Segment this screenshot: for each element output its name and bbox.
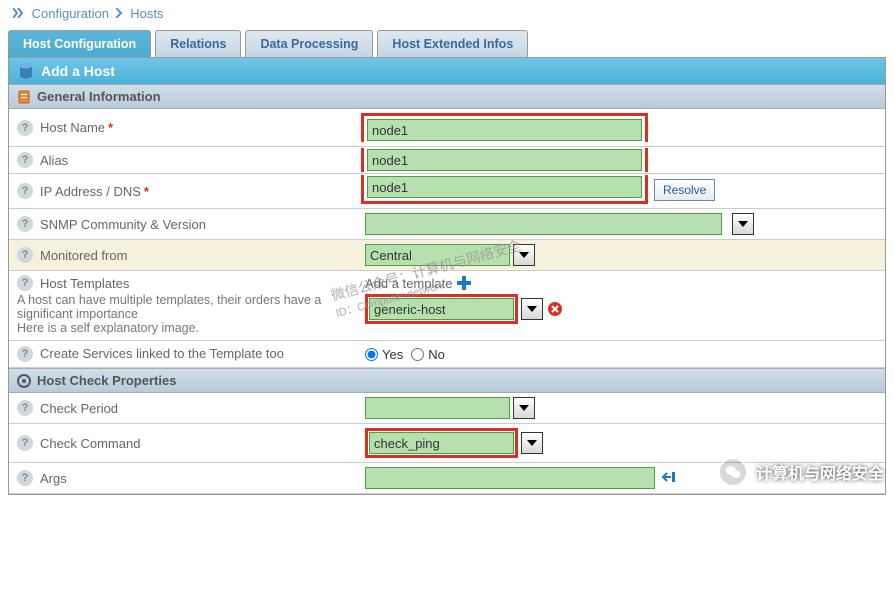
required-marker: *	[144, 184, 149, 199]
help-icon[interactable]: ?	[17, 152, 33, 168]
clipboard-icon	[17, 90, 31, 104]
tab-relations[interactable]: Relations	[155, 30, 241, 57]
tab-bar: Host Configuration Relations Data Proces…	[8, 30, 886, 58]
resolve-button[interactable]: Resolve	[654, 179, 715, 201]
delete-icon[interactable]	[547, 301, 563, 317]
row-alias: ? Alias	[9, 147, 885, 174]
label-alias: Alias	[40, 153, 68, 168]
templates-hint2: Here is a self explanatory image.	[17, 321, 351, 335]
section-check-label: Host Check Properties	[37, 373, 176, 388]
section-host-check: Host Check Properties	[9, 368, 885, 393]
create-services-no-radio[interactable]	[411, 348, 424, 361]
args-input[interactable]	[365, 467, 655, 489]
help-icon[interactable]: ?	[17, 275, 33, 291]
template-dropdown[interactable]	[521, 298, 543, 320]
label-check-period: Check Period	[40, 401, 118, 416]
create-services-yes-label: Yes	[382, 347, 403, 362]
label-create-services: Create Services linked to the Template t…	[40, 346, 284, 361]
arrow-icon	[116, 6, 128, 21]
snmp-community-input[interactable]	[365, 213, 722, 235]
row-snmp: ? SNMP Community & Version	[9, 209, 885, 240]
tab-host-extended-infos[interactable]: Host Extended Infos	[377, 30, 528, 57]
breadcrumb: Configuration Hosts	[0, 0, 894, 27]
tab-data-processing[interactable]: Data Processing	[245, 30, 373, 57]
wechat-badge-text: 计算机与网络安全	[756, 460, 884, 484]
create-services-no-label: No	[428, 347, 445, 362]
check-command-input[interactable]	[369, 432, 514, 454]
create-services-yes-radio[interactable]	[365, 348, 378, 361]
section-general-info: General Information	[9, 84, 885, 109]
breadcrumb-configuration[interactable]: Configuration	[32, 6, 109, 21]
check-command-dropdown[interactable]	[521, 432, 543, 454]
help-icon[interactable]: ?	[17, 470, 33, 486]
tab-host-configuration[interactable]: Host Configuration	[8, 30, 151, 57]
args-action-icon[interactable]	[661, 469, 677, 488]
help-icon[interactable]: ?	[17, 247, 33, 263]
monitored-from-dropdown[interactable]	[513, 244, 535, 266]
label-snmp: SNMP Community & Version	[40, 217, 206, 232]
label-host-name: Host Name	[40, 120, 105, 135]
label-ip: IP Address / DNS	[40, 184, 141, 199]
add-template-label: Add a template	[365, 276, 452, 291]
help-icon[interactable]: ?	[17, 400, 33, 416]
label-monitored: Monitored from	[40, 248, 127, 263]
wechat-badge: 计算机与网络安全	[718, 457, 884, 487]
alias-input[interactable]	[367, 149, 642, 171]
row-check-period: ? Check Period	[9, 393, 885, 424]
plus-icon[interactable]	[456, 275, 472, 291]
database-icon	[19, 63, 33, 79]
label-check-command: Check Command	[40, 436, 140, 451]
row-create-services: ? Create Services linked to the Template…	[9, 341, 885, 368]
snmp-version-dropdown[interactable]	[732, 213, 754, 235]
template-input[interactable]	[369, 298, 514, 320]
templates-hint1: A host can have multiple templates, thei…	[17, 293, 351, 321]
panel: Add a Host General Information ? Host Na…	[8, 58, 886, 495]
row-templates: ? Host Templates A host can have multipl…	[9, 271, 885, 341]
monitored-from-input[interactable]	[365, 244, 510, 266]
check-period-dropdown[interactable]	[513, 397, 535, 419]
double-arrow-icon	[13, 6, 29, 21]
row-host-name: ? Host Name *	[9, 109, 885, 147]
label-args: Args	[40, 471, 67, 486]
check-period-input[interactable]	[365, 397, 510, 419]
row-monitored-from: ? Monitored from	[9, 240, 885, 271]
label-templates: Host Templates	[40, 276, 129, 291]
section-general-label: General Information	[37, 89, 161, 104]
help-icon[interactable]: ?	[17, 435, 33, 451]
required-marker: *	[108, 120, 113, 135]
gear-icon	[17, 374, 31, 388]
breadcrumb-hosts[interactable]: Hosts	[130, 6, 163, 21]
help-icon[interactable]: ?	[17, 183, 33, 199]
help-icon[interactable]: ?	[17, 346, 33, 362]
wechat-icon	[718, 457, 748, 487]
panel-title-text: Add a Host	[41, 63, 115, 79]
panel-title: Add a Host	[9, 58, 885, 84]
host-name-input[interactable]	[367, 119, 642, 141]
row-ip: ? IP Address / DNS * Resolve	[9, 174, 885, 209]
help-icon[interactable]: ?	[17, 216, 33, 232]
help-icon[interactable]: ?	[17, 120, 33, 136]
ip-input[interactable]	[367, 176, 642, 198]
